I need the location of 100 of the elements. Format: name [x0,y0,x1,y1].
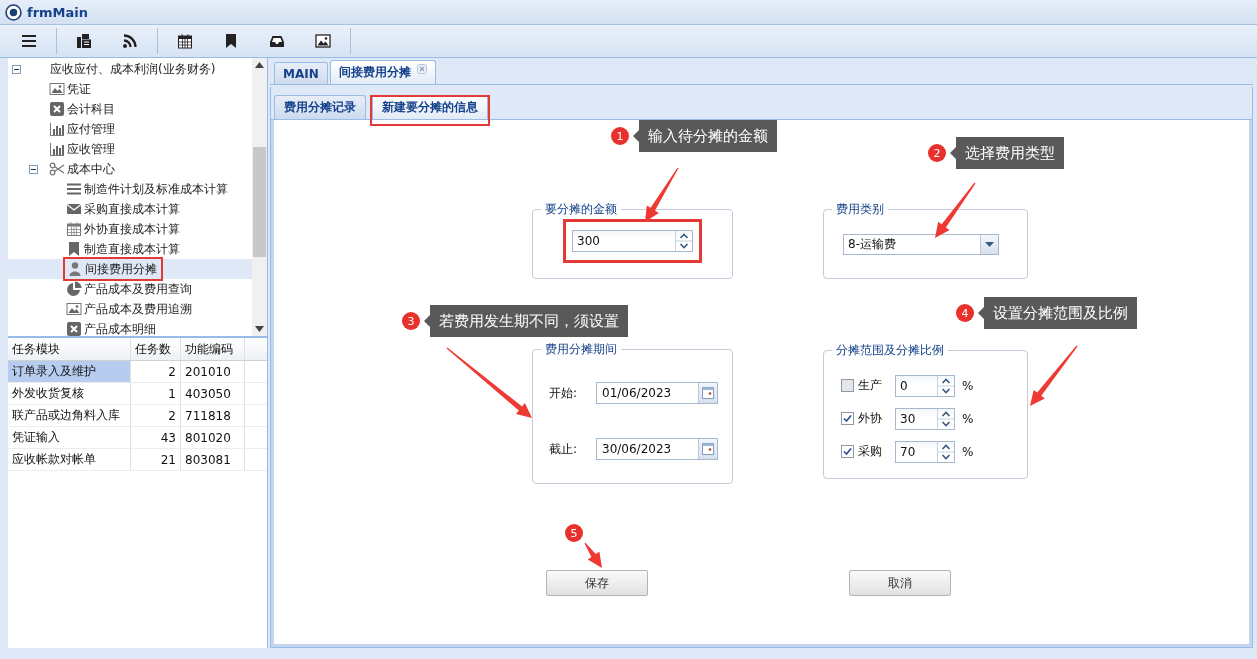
arrow [1030,345,1078,406]
tree-item[interactable]: 应付管理 [8,119,252,139]
tree-item[interactable]: 制造直接成本计算 [8,239,252,259]
checkbox-label: 采购 [858,443,883,460]
checkbox[interactable] [841,412,854,425]
ratio-field[interactable]: 0 [895,374,955,397]
person-icon [67,261,83,277]
bar-chart-icon [49,141,65,157]
arrow [584,542,602,568]
group-legend: 分摊范围及分摊比例 [832,343,948,357]
table-cell: 1 [131,383,181,404]
callout: 输入待分摊的金额 [633,120,777,152]
dropdown-caret-icon[interactable] [985,241,994,248]
tree-label: 外协直接成本计算 [84,220,180,238]
column-header[interactable]: 任务模块 [8,338,131,360]
unit-label: % [962,411,974,426]
checkbox[interactable] [841,379,854,392]
arrow [935,182,976,238]
group-legend: 费用分摊期间 [541,342,621,356]
tree-item[interactable]: 应收应付、成本利润(业务财务) [8,59,252,79]
group-legend: 费用类别 [832,202,888,216]
tree-item[interactable]: 应收管理 [8,139,252,159]
table-row[interactable]: 订单录入及维护 2 201010 [8,361,267,383]
tree-item[interactable]: 产品成本明细 [8,319,252,339]
date-field[interactable]: 01/06/2023 [596,382,718,404]
tab[interactable]: MAIN [274,62,328,84]
spinner-arrows-icon[interactable] [937,441,954,462]
table-cell: 2 [131,361,181,382]
table-row[interactable]: 联产品或边角料入库 2 711818 [8,405,267,427]
tree-label: 采购直接成本计算 [84,200,180,218]
scissors-icon [49,161,65,177]
tree-label: 成本中心 [67,160,115,178]
spinner-arrows-icon[interactable] [937,375,954,396]
tree-label: 应付管理 [67,120,115,138]
bookmark-icon [66,241,82,257]
collapse-icon[interactable] [29,164,38,174]
callout: 选择费用类型 [950,137,1064,169]
tree-item[interactable]: 产品成本及费用追溯 [8,299,252,319]
tree-item[interactable]: 制造件计划及标准成本计算 [8,179,252,199]
tree-label: 产品成本明细 [84,320,156,338]
tree-item[interactable]: 会计科目 [8,99,252,119]
checkbox-label: 外协 [858,410,883,427]
tree-item[interactable]: 外协直接成本计算 [8,219,252,239]
table-cell: 订单录入及维护 [8,361,131,382]
tree-item[interactable]: 成本中心 [8,159,252,179]
scroll-down-icon[interactable] [255,326,264,332]
field-label: 截止: [549,440,579,458]
tree-label: 产品成本及费用查询 [84,280,192,298]
table-cell: 201010 [181,361,245,382]
date-field[interactable]: 30/06/2023 [596,438,718,460]
ratio-field[interactable]: 30 [895,407,955,430]
close-icon[interactable] [416,64,427,74]
table-cell: 应收帐款对帐单 [8,449,131,470]
spinner-arrows-icon[interactable] [675,231,692,251]
tree-label: 应收应付、成本利润(业务财务) [50,60,216,78]
table-row[interactable]: 外发收货复核 1 403050 [8,383,267,405]
unit-label: % [962,444,974,459]
tree-item[interactable]: 采购直接成本计算 [8,199,252,219]
category-dropdown[interactable]: 8-运输费 [843,234,999,255]
table-row[interactable]: 应收帐款对帐单 21 803081 [8,449,267,471]
table-cell: 联产品或边角料入库 [8,405,131,426]
image-icon [49,81,65,97]
spinner-arrows-icon[interactable] [937,408,954,429]
image-icon [66,301,82,317]
tree-item[interactable]: 凭证 [8,79,252,99]
tree-label: 制造件计划及标准成本计算 [84,180,228,198]
callout: 设置分摊范围及比例 [978,297,1137,329]
table-row[interactable]: 凭证输入 43 801020 [8,427,267,449]
column-header[interactable]: 任务数 [131,338,181,360]
calendar-icon [66,221,82,237]
app-logo-icon [5,3,22,21]
amount-field[interactable]: 300 [572,230,693,252]
ratio-field[interactable]: 70 [895,440,955,463]
cross-icon [49,101,65,117]
column-header[interactable]: 功能编码 [181,338,245,360]
window-title: frmMain [27,4,89,20]
tree-label: 产品成本及费用追溯 [84,300,192,318]
tree-label: 间接费用分摊 [85,260,157,278]
action-button[interactable]: 取消 [849,570,951,596]
tree-item[interactable]: 间接费用分摊 [8,259,252,279]
tab[interactable]: 新建要分摊的信息 [372,95,488,119]
tree-label: 凭证 [67,80,91,98]
unit-label: % [962,378,974,393]
tree-item[interactable]: 产品成本及费用查询 [8,279,252,299]
checkbox[interactable] [841,445,854,458]
table-cell: 21 [131,449,181,470]
tab[interactable]: 费用分摊记录 [274,95,366,119]
table-cell: 803081 [181,449,245,470]
table-cell: 801020 [181,427,245,448]
table-cell: 外发收货复核 [8,383,131,404]
scroll-up-icon[interactable] [255,62,264,68]
tab[interactable]: 间接费用分摊 [329,60,436,84]
scrollbar[interactable] [252,58,267,336]
pie-chart-icon [66,281,82,297]
table-cell: 凭证输入 [8,427,131,448]
collapse-icon[interactable] [12,64,21,74]
tree-label: 制造直接成本计算 [84,240,180,258]
checkbox-label: 生产 [858,377,883,394]
group-legend: 要分摊的金额 [541,202,621,216]
action-button[interactable]: 保存 [546,570,648,596]
